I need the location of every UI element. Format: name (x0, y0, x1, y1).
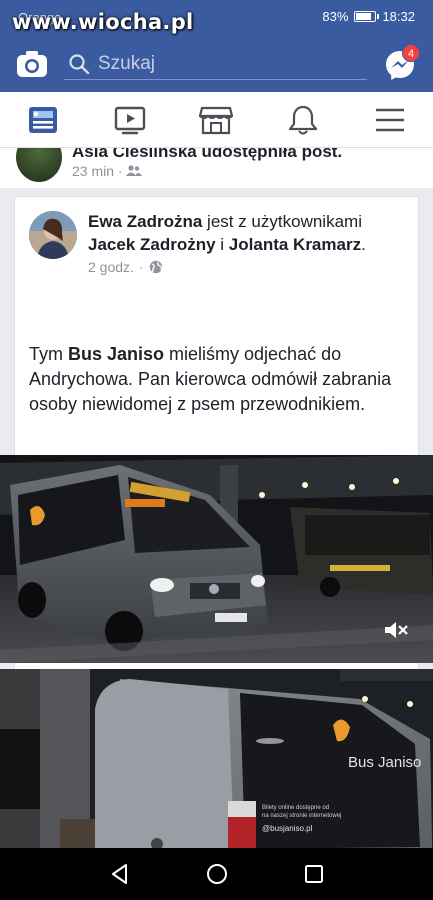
previous-post-time[interactable]: 23 min (72, 163, 114, 179)
post-card: Ewa Zadrożna jest z użytkownikami Jacek … (0, 196, 433, 848)
home-icon[interactable] (205, 862, 229, 886)
search-icon (68, 53, 90, 75)
bus-logo-text: Bus Janiso (348, 754, 421, 771)
clock: 18:32 (382, 9, 415, 24)
back-icon[interactable] (108, 862, 132, 886)
post-author[interactable]: Ewa Zadrożna (88, 212, 202, 231)
messenger-badge: 4 (402, 44, 420, 62)
battery-percent: 83% (322, 9, 349, 24)
side-text-3: @busjaniso.pl (262, 824, 313, 833)
post-video[interactable] (0, 455, 433, 663)
post-time[interactable]: 2 godz. (88, 259, 134, 275)
post-header: Ewa Zadrożna jest z użytkownikami Jacek … (88, 210, 408, 256)
side-text-1: Bilety online dostępne od (262, 805, 329, 811)
previous-post-meta: 23 min · (72, 163, 143, 179)
top-bar: Szukaj 4 (0, 36, 433, 92)
post-photo[interactable]: Bus Janiso Bilety online dostępne od na … (0, 669, 433, 848)
recents-icon[interactable] (302, 862, 326, 886)
search-placeholder: Szukaj (98, 53, 156, 74)
video-icon[interactable] (113, 104, 147, 136)
post-text: Tym Bus Janiso mieliśmy odjechać do Andr… (29, 344, 392, 414)
news-feed: Asia Cieślińska udostępniła post. 23 min… (0, 148, 433, 848)
mute-icon[interactable] (383, 619, 409, 641)
previous-post-author[interactable]: Asia Cieślińska udostępniła post. (72, 148, 342, 162)
and-text: i (215, 235, 229, 254)
globe-icon (149, 260, 162, 274)
nav-tabs (0, 92, 433, 148)
battery-icon (354, 11, 380, 22)
bus-name: Bus Janiso (68, 344, 165, 364)
post-meta: 2 godz. · (88, 259, 163, 275)
camera-icon[interactable] (16, 49, 48, 79)
tagged-user-1[interactable]: Jacek Zadrożny (88, 235, 216, 254)
previous-post-header: Asia Cieślińska udostępniła post. 23 min… (0, 148, 433, 188)
side-text-2: na naszej stronie internetowej (262, 813, 341, 819)
bell-icon[interactable] (286, 104, 320, 136)
status-bar: Orange www.wiocha.pl 83% 18:32 (0, 0, 433, 36)
with-text: jest z użytkownikami (202, 212, 362, 231)
tagged-user-2[interactable]: Jolanta Kramarz (229, 235, 361, 254)
status-right: 83% 18:32 (322, 9, 415, 24)
period: . (361, 235, 366, 254)
store-icon[interactable] (198, 104, 234, 136)
watermark: www.wiocha.pl (12, 10, 194, 34)
avatar[interactable] (16, 148, 62, 182)
android-nav-bar (0, 848, 433, 900)
search-input[interactable]: Szukaj (64, 48, 367, 80)
friends-icon (126, 165, 143, 176)
avatar[interactable] (29, 211, 77, 259)
hamburger-icon[interactable] (373, 104, 407, 136)
news-feed-icon[interactable] (26, 104, 60, 136)
